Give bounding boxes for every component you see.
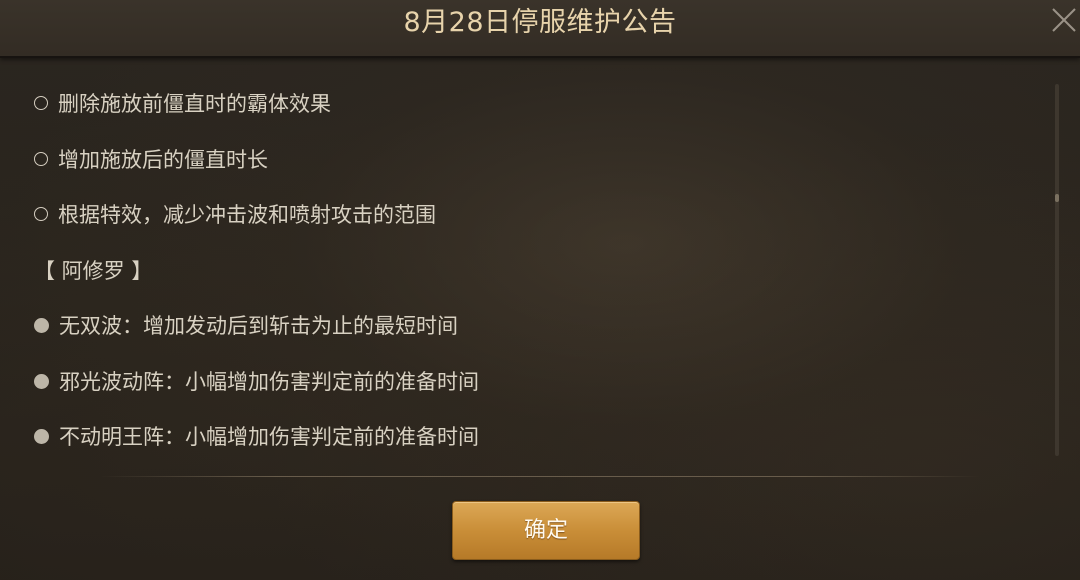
announcement-dialog: 8月28日停服维护公告 删除施放前僵直时的霸体效果 增加施放后的僵直时长 根据特… [0,0,1080,580]
list-item: 根据特效，减少冲击波和喷射攻击的范围 [34,199,436,231]
filled-bullet-icon [34,373,49,389]
hollow-bullet-icon [34,96,48,110]
scrollbar[interactable] [1055,84,1059,456]
hollow-bullet-icon [34,207,48,221]
list-item-text: 增加施放后的僵直时长 [58,148,268,172]
list-item-text: 不动明王阵：小幅增加伤害判定前的准备时间 [59,425,479,449]
list-item: 不动明王阵：小幅增加伤害判定前的准备时间 [34,421,479,453]
dialog-title: 8月28日停服维护公告 [403,7,677,38]
list-item: 无双波：增加发动后到斩击为止的最短时间 [34,310,458,342]
list-item-text: 删除施放前僵直时的霸体效果 [58,92,331,116]
filled-bullet-icon [34,317,49,333]
close-button[interactable] [1044,2,1080,38]
footer-divider [100,476,980,477]
list-item-text: 邪光波动阵：小幅增加伤害判定前的准备时间 [59,370,479,394]
confirm-button[interactable]: 确定 [452,501,640,560]
list-item-text: 无双波：增加发动后到斩击为止的最短时间 [59,314,458,338]
list-item: 删除施放前僵直时的霸体效果 [34,88,331,120]
close-icon [1052,8,1076,32]
dialog-titlebar: 8月28日停服维护公告 [0,0,1080,58]
filled-bullet-icon [34,428,49,444]
hollow-bullet-icon [34,152,48,166]
announcement-content[interactable]: 删除施放前僵直时的霸体效果 增加施放后的僵直时长 根据特效，减少冲击波和喷射攻击… [0,78,1050,468]
list-item: 增加施放后的僵直时长 [34,144,268,176]
section-heading: 【 阿修罗 】 [34,255,152,287]
section-heading-text: 【 阿修罗 】 [34,259,153,283]
scrollbar-thumb[interactable] [1055,194,1059,202]
list-item: 邪光波动阵：小幅增加伤害判定前的准备时间 [34,366,479,398]
list-item-text: 根据特效，减少冲击波和喷射攻击的范围 [58,203,436,227]
